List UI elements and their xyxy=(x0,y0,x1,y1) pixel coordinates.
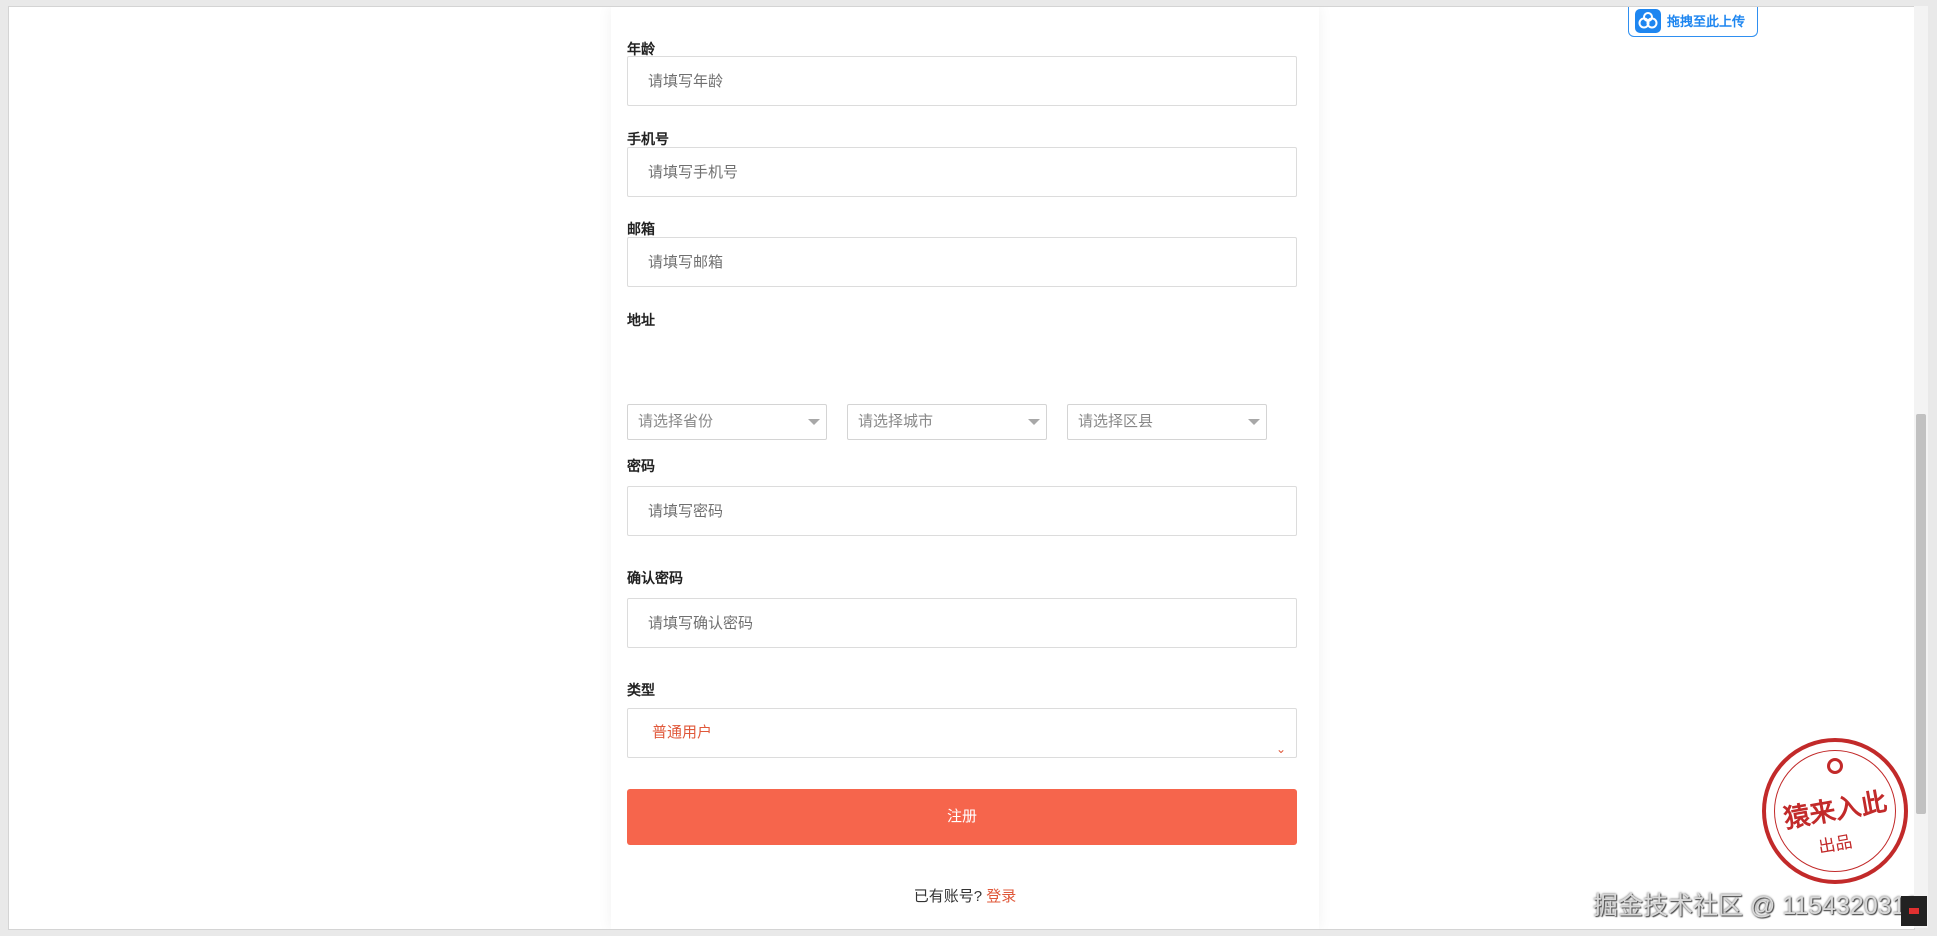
login-prompt-line: 已有账号? 登录 xyxy=(611,885,1319,906)
address-label: 地址 xyxy=(627,312,655,328)
scrollbar-thumb[interactable] xyxy=(1916,414,1926,814)
login-link[interactable]: 登录 xyxy=(986,888,1016,905)
chevron-down-icon xyxy=(1248,419,1260,425)
chevron-down-icon xyxy=(808,419,820,425)
email-label: 邮箱 xyxy=(627,221,655,237)
phone-input[interactable] xyxy=(627,147,1297,197)
site-watermark: 掘金技术社区 @ 1154320319 xyxy=(1593,892,1915,920)
register-form-card: 年龄 手机号 邮箱 地址 请选择省份 请选择城市 请选择区县 密码 确认密码 类… xyxy=(611,7,1319,929)
district-select[interactable]: 请选择区县 xyxy=(1067,404,1267,440)
age-input[interactable] xyxy=(627,56,1297,106)
browser-viewport: 年龄 手机号 邮箱 地址 请选择省份 请选择城市 请选择区县 密码 确认密码 类… xyxy=(8,6,1915,930)
corner-badge xyxy=(1901,896,1927,926)
drag-upload-widget[interactable]: 拖拽至此上传 xyxy=(1628,7,1758,37)
register-button[interactable]: 注册 xyxy=(627,789,1297,845)
province-select-text: 请选择省份 xyxy=(638,413,714,430)
password-input[interactable] xyxy=(627,486,1297,536)
cloud-icon xyxy=(1635,9,1661,33)
apple-logo-icon xyxy=(1827,758,1843,774)
vertical-scrollbar[interactable] xyxy=(1914,6,1928,928)
chevron-down-icon xyxy=(1028,419,1040,425)
login-prompt-text: 已有账号? xyxy=(913,888,983,905)
city-select-text: 请选择城市 xyxy=(858,413,934,430)
chevron-down-icon: ⌄ xyxy=(1275,742,1286,756)
upload-label: 拖拽至此上传 xyxy=(1667,14,1746,29)
user-type-select[interactable]: 普通用户 ⌄ xyxy=(627,708,1297,758)
confirm-password-label: 确认密码 xyxy=(627,570,683,586)
phone-label: 手机号 xyxy=(627,131,669,147)
password-label: 密码 xyxy=(627,458,655,474)
user-type-label: 类型 xyxy=(627,682,655,698)
province-select[interactable]: 请选择省份 xyxy=(627,404,827,440)
confirm-password-input[interactable] xyxy=(627,598,1297,648)
user-type-value: 普通用户 xyxy=(652,724,713,741)
district-select-text: 请选择区县 xyxy=(1078,413,1154,430)
brand-stamp: 猿来入此 出品 xyxy=(1762,738,1908,884)
email-input[interactable] xyxy=(627,237,1297,287)
city-select[interactable]: 请选择城市 xyxy=(847,404,1047,440)
